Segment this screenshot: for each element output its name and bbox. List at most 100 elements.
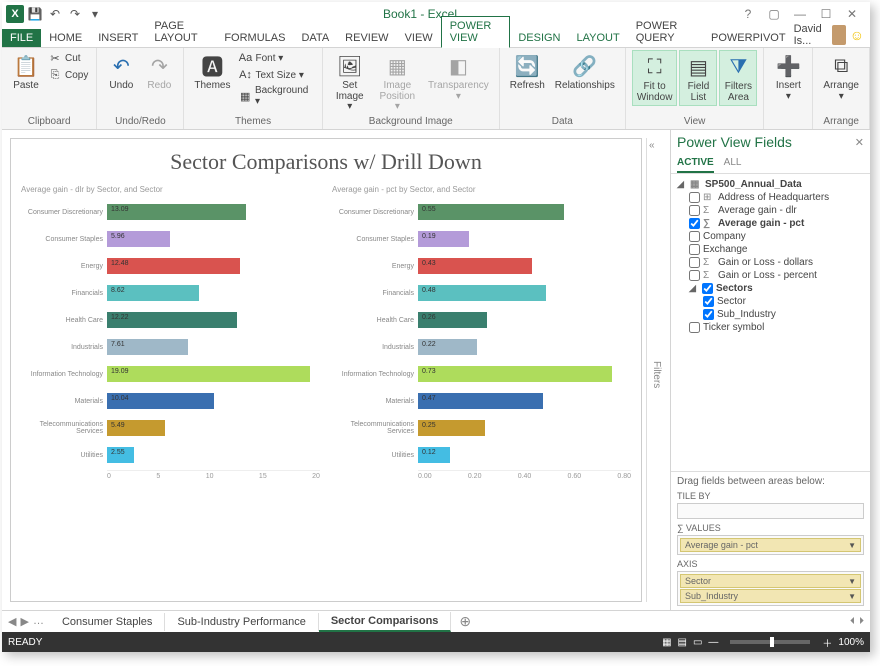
zoom-in-icon[interactable]: ＋ (822, 635, 832, 650)
bar[interactable]: 5.96 (107, 231, 170, 247)
imagepos-button[interactable]: ▦Image Position ▾ (373, 50, 422, 115)
checkbox[interactable] (702, 283, 713, 294)
bar-row[interactable]: Health Care12.22 (21, 308, 320, 332)
bar[interactable]: 0.43 (418, 258, 532, 274)
bar[interactable]: 0.55 (418, 204, 564, 220)
sheet-menu-icon[interactable]: … (33, 615, 44, 628)
cut-button[interactable]: ✂Cut (46, 50, 90, 66)
field-row[interactable]: ∑Average gain - pct (675, 217, 866, 230)
bar-row[interactable]: Materials10.04 (21, 389, 320, 413)
tab-power-query[interactable]: POWER QUERY (628, 17, 703, 47)
maximize-icon[interactable]: ☐ (814, 7, 838, 21)
bar[interactable]: 19.09 (107, 366, 310, 382)
insert-button[interactable]: ➕Insert ▾ (770, 50, 806, 104)
setimage-button[interactable]: 🖼Set Image ▾ (329, 50, 371, 115)
tab-page-layout[interactable]: PAGE LAYOUT (146, 17, 216, 47)
fieldlist-tab-active[interactable]: ACTIVE (677, 154, 714, 173)
checkbox[interactable] (689, 257, 700, 268)
bar-row[interactable]: Information Technology19.09 (21, 362, 320, 386)
bar[interactable]: 8.62 (107, 285, 199, 301)
filters-pane-collapsed[interactable]: « Filters (646, 138, 662, 602)
bar-row[interactable]: Telecommunications Services5.49 (21, 416, 320, 440)
field-row[interactable]: ⊞Address of Headquarters (675, 191, 866, 204)
bar-row[interactable]: Financials8.62 (21, 281, 320, 305)
checkbox[interactable] (689, 322, 700, 333)
bar-row[interactable]: Health Care0.26 (332, 308, 631, 332)
tab-file[interactable]: FILE (2, 29, 41, 47)
bar-row[interactable]: Utilities2.55 (21, 443, 320, 467)
tab-powerpivot[interactable]: POWERPIVOT (703, 29, 794, 47)
checkbox[interactable] (689, 270, 700, 281)
bar[interactable]: 0.26 (418, 312, 487, 328)
field-pill[interactable]: Sector▼ (680, 574, 861, 588)
tab-design[interactable]: DESIGN (510, 29, 568, 47)
filters-expand-icon[interactable]: « (649, 140, 655, 151)
new-sheet-button[interactable]: ⊕ (451, 613, 479, 630)
minimize-icon[interactable]: — (788, 7, 812, 21)
sectors-node[interactable]: ◢Sectors (675, 282, 866, 295)
arrange-button[interactable]: ⧉Arrange ▾ (819, 50, 863, 104)
field-row[interactable]: Exchange (675, 243, 866, 256)
bar[interactable]: 0.73 (418, 366, 612, 382)
zoom-slider[interactable] (730, 640, 810, 644)
checkbox[interactable] (689, 192, 700, 203)
chevron-down-icon[interactable]: ▼ (848, 592, 856, 601)
tab-view[interactable]: VIEW (397, 29, 441, 47)
checkbox[interactable] (689, 231, 700, 242)
table-node[interactable]: ◢▦SP500_Annual_Data (675, 178, 866, 191)
fieldlist-button[interactable]: ▤Field List (679, 50, 717, 106)
bar[interactable]: 10.04 (107, 393, 214, 409)
fieldlist-close-icon[interactable]: ✕ (855, 136, 864, 149)
help-icon[interactable]: ? (736, 7, 760, 21)
zoom-level[interactable]: 100% (838, 637, 864, 648)
bar-row[interactable]: Energy12.48 (21, 254, 320, 278)
redo-icon[interactable]: ↷ (66, 5, 84, 23)
area-axis[interactable]: Sector▼ Sub_Industry▼ (677, 571, 864, 606)
area-values[interactable]: Average gain - pct▼ (677, 535, 864, 555)
redo-button[interactable]: ↷Redo (141, 50, 177, 94)
bar[interactable]: 0.19 (418, 231, 469, 247)
bar[interactable]: 0.47 (418, 393, 543, 409)
chevron-down-icon[interactable]: ▼ (848, 541, 856, 550)
bar-row[interactable]: Energy0.43 (332, 254, 631, 278)
field-row[interactable]: Sub_Industry (675, 308, 866, 321)
undo-icon[interactable]: ↶ (46, 5, 64, 23)
sheet-tab[interactable]: Consumer Staples (50, 613, 166, 631)
bar-row[interactable]: Information Technology0.73 (332, 362, 631, 386)
field-pill[interactable]: Sub_Industry▼ (680, 589, 861, 603)
tab-review[interactable]: REVIEW (337, 29, 396, 47)
zoom-thumb[interactable] (770, 637, 774, 647)
tab-formulas[interactable]: FORMULAS (216, 29, 293, 47)
next-sheet-icon[interactable]: ▶ (20, 615, 28, 628)
page-layout-icon[interactable]: ▤ (678, 637, 687, 648)
field-row[interactable]: Ticker symbol (675, 321, 866, 334)
chevron-down-icon[interactable]: ▼ (848, 577, 856, 586)
relationships-button[interactable]: 🔗Relationships (551, 50, 619, 94)
user-area[interactable]: David Is... ☺ (794, 23, 870, 47)
bar[interactable]: 5.49 (107, 420, 165, 436)
zoom-out-icon[interactable]: — (708, 637, 718, 648)
close-icon[interactable]: ✕ (840, 7, 864, 21)
tab-power-view[interactable]: POWER VIEW (441, 16, 511, 48)
prev-sheet-icon[interactable]: ◀ (8, 615, 16, 628)
ribbon-toggle-icon[interactable]: ▢ (762, 7, 786, 21)
bar-row[interactable]: Consumer Staples5.96 (21, 227, 320, 251)
feedback-icon[interactable]: ☺ (850, 27, 864, 43)
filtersarea-button[interactable]: ⧩Filters Area (719, 50, 757, 106)
textsize-button[interactable]: A↕Text Size ▾ (236, 67, 315, 83)
sheet-tab[interactable]: Sector Comparisons (319, 612, 452, 632)
tab-insert[interactable]: INSERT (90, 29, 146, 47)
bar[interactable]: 0.25 (418, 420, 485, 436)
copy-button[interactable]: ⎘Copy (46, 67, 90, 83)
font-button[interactable]: AaFont ▾ (236, 50, 315, 66)
bar[interactable]: 12.22 (107, 312, 237, 328)
bar[interactable]: 2.55 (107, 447, 134, 463)
field-row[interactable]: ΣGain or Loss - percent (675, 269, 866, 282)
scroll-left-icon[interactable]: ⏴ (850, 616, 855, 627)
checkbox[interactable] (703, 309, 714, 320)
bar-row[interactable]: Industrials7.61 (21, 335, 320, 359)
paste-button[interactable]: 📋Paste (8, 50, 44, 94)
field-pill[interactable]: Average gain - pct▼ (680, 538, 861, 552)
area-tileby[interactable] (677, 503, 864, 519)
scroll-right-icon[interactable]: ⏵ (859, 616, 864, 627)
